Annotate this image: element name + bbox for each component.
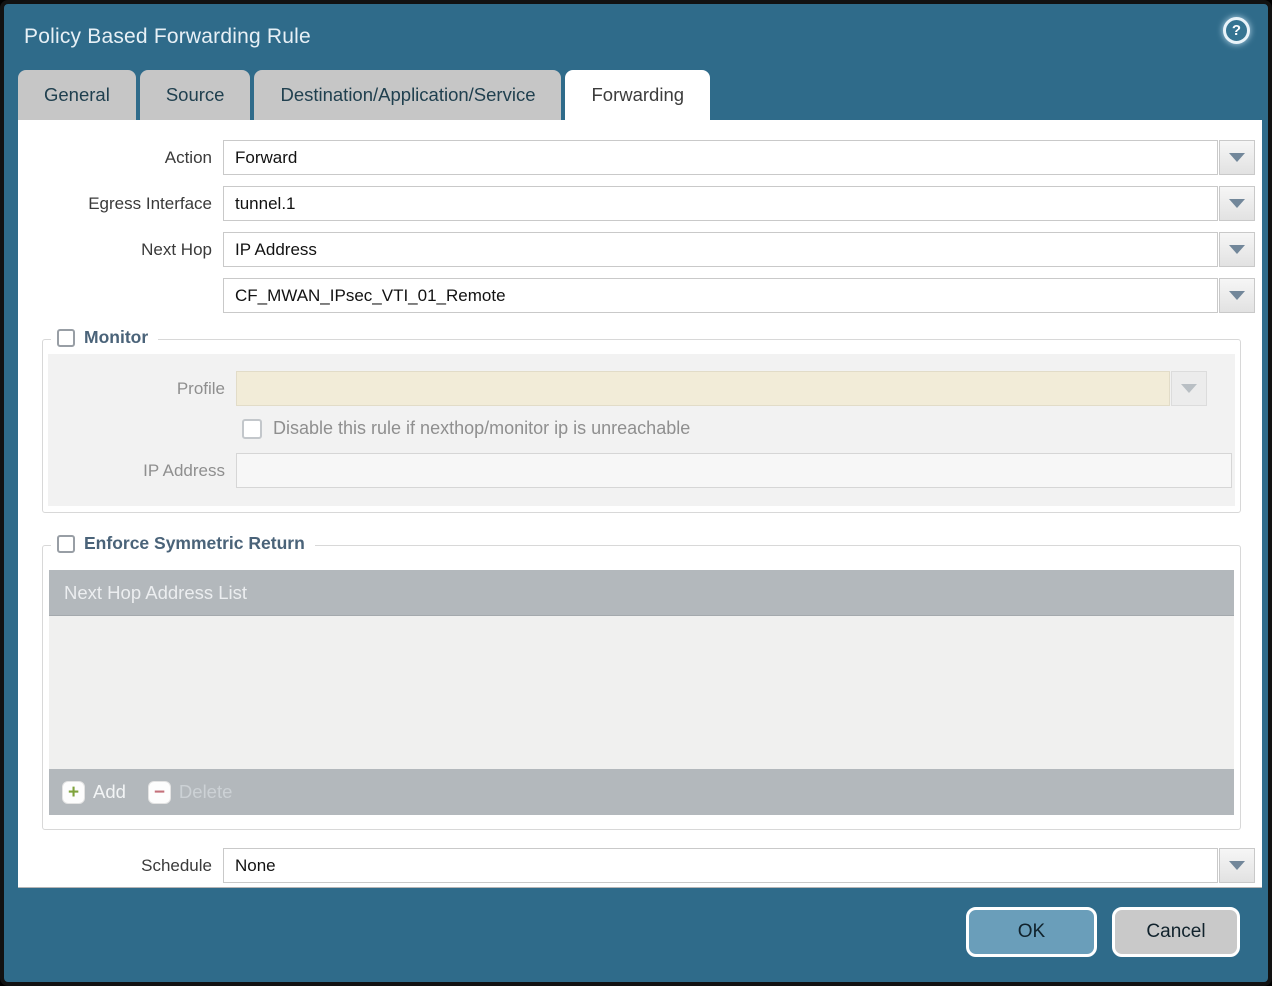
action-select[interactable]: Forward (223, 140, 1218, 175)
monitor-panel: Profile Disable this rule if nexthop/mon… (48, 354, 1235, 506)
forwarding-tab-panel: Action Forward Egress Interface tunnel.1… (18, 120, 1262, 888)
profile-row: Profile (48, 371, 1235, 406)
plus-icon: + (62, 781, 85, 804)
dialog-titlebar: Policy Based Forwarding Rule ? (4, 4, 1268, 70)
delete-button-label: Delete (179, 781, 232, 803)
schedule-select[interactable]: None (223, 848, 1218, 883)
ok-button[interactable]: OK (966, 907, 1097, 957)
cancel-button[interactable]: Cancel (1112, 907, 1240, 957)
add-button[interactable]: + Add (62, 781, 126, 804)
chevron-down-icon (1229, 245, 1245, 254)
monitor-checkbox[interactable] (57, 329, 75, 347)
schedule-row: Schedule None (18, 848, 1255, 883)
delete-button[interactable]: − Delete (148, 781, 232, 804)
monitor-legend: Monitor (51, 327, 158, 348)
schedule-label: Schedule (18, 856, 223, 876)
action-row: Action Forward (18, 140, 1255, 175)
monitor-ip-address-row: IP Address (48, 453, 1235, 488)
profile-select[interactable] (236, 371, 1170, 406)
monitor-title: Monitor (84, 327, 148, 348)
chevron-down-icon (1229, 861, 1245, 870)
disable-rule-checkbox[interactable] (242, 419, 262, 439)
profile-dropdown-button[interactable] (1171, 371, 1207, 406)
pbf-rule-dialog: Policy Based Forwarding Rule ? General S… (0, 0, 1272, 986)
chevron-down-icon (1229, 153, 1245, 162)
minus-icon: − (148, 781, 171, 804)
monitor-section: Monitor Profile Disable this rule if nex… (42, 339, 1241, 513)
monitor-ip-address-input[interactable] (236, 453, 1232, 488)
action-dropdown-button[interactable] (1219, 140, 1255, 175)
dialog-title: Policy Based Forwarding Rule (24, 25, 311, 49)
help-icon[interactable]: ? (1223, 17, 1250, 44)
next-hop-address-table: Next Hop Address List + Add − Delete (49, 570, 1234, 815)
egress-interface-label: Egress Interface (18, 194, 223, 214)
chevron-down-icon (1229, 291, 1245, 300)
tab-destination-application-service[interactable]: Destination/Application/Service (254, 70, 561, 120)
enforce-symmetric-return-title: Enforce Symmetric Return (84, 533, 305, 554)
egress-interface-row: Egress Interface tunnel.1 (18, 186, 1255, 221)
schedule-dropdown-button[interactable] (1219, 848, 1255, 883)
tab-bar: General Source Destination/Application/S… (4, 70, 1268, 120)
next-hop-row: Next Hop IP Address (18, 232, 1255, 267)
next-hop-address-list-toolbar: + Add − Delete (49, 769, 1234, 815)
egress-interface-dropdown-button[interactable] (1219, 186, 1255, 221)
tab-source[interactable]: Source (140, 70, 251, 120)
next-hop-address-list-header: Next Hop Address List (49, 570, 1234, 616)
chevron-down-icon (1181, 384, 1197, 393)
next-hop-address-dropdown-button[interactable] (1219, 278, 1255, 313)
enforce-symmetric-return-section: Enforce Symmetric Return Next Hop Addres… (42, 545, 1241, 830)
disable-rule-row: Disable this rule if nexthop/monitor ip … (242, 418, 1235, 439)
next-hop-dropdown-button[interactable] (1219, 232, 1255, 267)
next-hop-address-row: CF_MWAN_IPsec_VTI_01_Remote (18, 278, 1255, 313)
next-hop-label: Next Hop (18, 240, 223, 260)
disable-rule-label: Disable this rule if nexthop/monitor ip … (273, 418, 690, 439)
tab-general[interactable]: General (18, 70, 136, 120)
monitor-ip-address-label: IP Address (48, 461, 236, 481)
enforce-symmetric-return-legend: Enforce Symmetric Return (51, 533, 315, 554)
egress-interface-select[interactable]: tunnel.1 (223, 186, 1218, 221)
action-label: Action (18, 148, 223, 168)
enforce-symmetric-return-checkbox[interactable] (57, 535, 75, 553)
next-hop-type-select[interactable]: IP Address (223, 232, 1218, 267)
tab-forwarding[interactable]: Forwarding (565, 70, 710, 120)
add-button-label: Add (93, 781, 126, 803)
chevron-down-icon (1229, 199, 1245, 208)
next-hop-address-select[interactable]: CF_MWAN_IPsec_VTI_01_Remote (223, 278, 1218, 313)
profile-label: Profile (48, 379, 236, 399)
next-hop-address-list-body[interactable] (49, 616, 1234, 769)
dialog-footer: OK Cancel (966, 907, 1240, 957)
